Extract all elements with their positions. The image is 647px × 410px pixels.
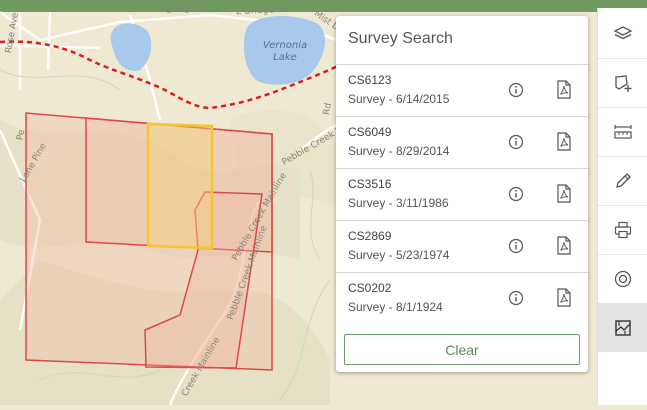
lake-label: Vernonia Lake — [262, 40, 308, 63]
pdf-icon[interactable] — [556, 184, 572, 203]
layers-button[interactable] — [598, 10, 647, 57]
info-icon[interactable] — [508, 82, 524, 98]
survey-date: Survey - 6/14/2015 — [348, 92, 450, 106]
info-icon[interactable] — [508, 134, 524, 150]
survey-id: CS0202 — [348, 281, 392, 295]
survey-date: Survey - 5/23/1974 — [348, 248, 450, 262]
street-rd: Rd — [322, 102, 334, 116]
survey-id: CS6123 — [348, 73, 392, 87]
pdf-icon[interactable] — [556, 236, 572, 255]
selected-parcel — [146, 122, 214, 250]
pdf-icon[interactable] — [556, 288, 572, 307]
survey-row[interactable]: CS6123 Survey - 6/14/2015 — [336, 64, 588, 116]
clear-button[interactable]: Clear — [344, 334, 580, 365]
survey-search-panel: Survey Search CS6123 Survey - 6/14/2015 … — [336, 16, 588, 372]
map-toolbar — [597, 8, 647, 405]
locate-button[interactable] — [598, 255, 647, 302]
locate-icon — [614, 270, 632, 287]
survey-row[interactable]: CS2869 Survey - 5/23/1974 — [336, 220, 588, 272]
info-icon[interactable] — [508, 290, 524, 306]
survey-date: Survey - 3/11/1986 — [348, 196, 449, 210]
survey-row[interactable]: CS0202 Survey - 8/1/1924 — [336, 272, 588, 324]
layers-icon — [613, 25, 633, 39]
survey-id: CS2869 — [348, 229, 392, 243]
survey-list: CS6123 Survey - 6/14/2015 CS6049 Survey … — [336, 64, 588, 324]
pdf-icon[interactable] — [556, 80, 572, 99]
pdf-icon[interactable] — [556, 132, 572, 151]
add-area-button[interactable] — [598, 59, 647, 106]
survey-id: CS3516 — [348, 177, 392, 191]
measure-button[interactable] — [598, 108, 647, 155]
draw-icon — [616, 172, 631, 188]
info-icon[interactable] — [508, 186, 524, 202]
survey-row[interactable]: CS3516 Survey - 3/11/1986 — [336, 168, 588, 220]
survey-row[interactable]: CS6049 Survey - 8/29/2014 — [336, 116, 588, 168]
print-button[interactable] — [598, 206, 647, 253]
survey-date: Survey - 8/29/2014 — [348, 144, 450, 158]
measure-icon — [614, 124, 632, 139]
add-area-icon — [615, 74, 632, 92]
panel-title: Survey Search — [348, 30, 453, 47]
parcel-group — [25, 112, 273, 371]
info-icon[interactable] — [508, 238, 524, 254]
survey-button[interactable] — [598, 304, 647, 351]
survey-date: Survey - 8/1/1924 — [348, 300, 443, 314]
survey-id: CS6049 — [348, 125, 392, 139]
survey-icon — [615, 319, 631, 336]
street-pe: Pe — [15, 128, 28, 142]
draw-button[interactable] — [598, 157, 647, 204]
print-icon — [614, 221, 632, 238]
forest-area — [0, 0, 647, 12]
